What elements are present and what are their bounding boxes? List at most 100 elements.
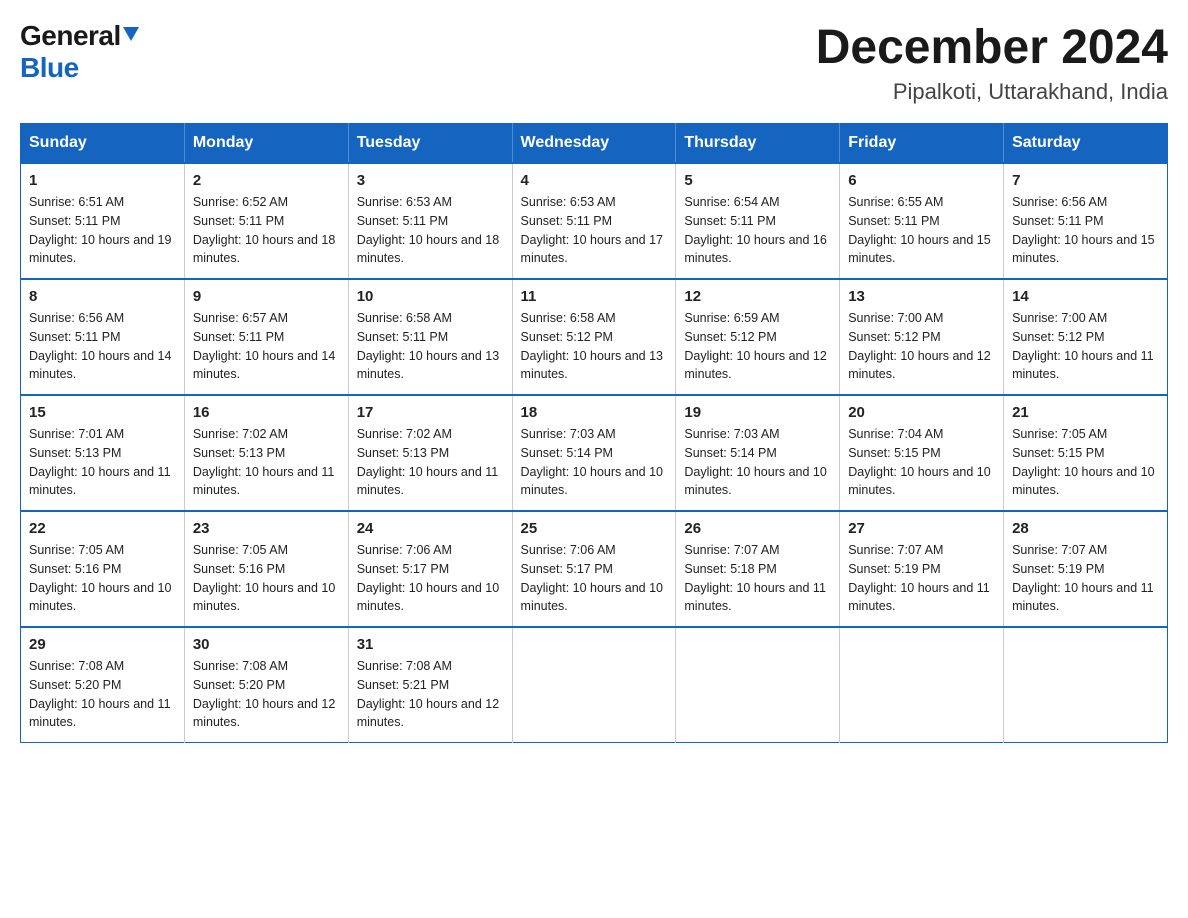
day-info: Sunrise: 7:08 AMSunset: 5:20 PMDaylight:… <box>193 659 335 729</box>
day-info: Sunrise: 7:02 AMSunset: 5:13 PMDaylight:… <box>193 427 335 497</box>
week-row-2: 8 Sunrise: 6:56 AMSunset: 5:11 PMDayligh… <box>21 279 1168 395</box>
weekday-header-monday: Monday <box>184 124 348 164</box>
day-cell: 13 Sunrise: 7:00 AMSunset: 5:12 PMDaylig… <box>840 279 1004 395</box>
day-number: 21 <box>1012 404 1159 421</box>
day-cell: 18 Sunrise: 7:03 AMSunset: 5:14 PMDaylig… <box>512 395 676 511</box>
day-cell: 22 Sunrise: 7:05 AMSunset: 5:16 PMDaylig… <box>21 511 185 627</box>
weekday-header-friday: Friday <box>840 124 1004 164</box>
day-cell: 1 Sunrise: 6:51 AMSunset: 5:11 PMDayligh… <box>21 163 185 279</box>
day-info: Sunrise: 7:03 AMSunset: 5:14 PMDaylight:… <box>521 427 663 497</box>
day-info: Sunrise: 6:58 AMSunset: 5:12 PMDaylight:… <box>521 311 663 381</box>
day-cell: 16 Sunrise: 7:02 AMSunset: 5:13 PMDaylig… <box>184 395 348 511</box>
day-cell <box>840 627 1004 743</box>
logo-general-text: General <box>20 20 121 52</box>
calendar-table: SundayMondayTuesdayWednesdayThursdayFrid… <box>20 123 1168 743</box>
day-number: 4 <box>521 172 668 189</box>
day-number: 7 <box>1012 172 1159 189</box>
day-cell: 12 Sunrise: 6:59 AMSunset: 5:12 PMDaylig… <box>676 279 840 395</box>
day-number: 26 <box>684 520 831 537</box>
day-number: 12 <box>684 288 831 305</box>
day-cell: 5 Sunrise: 6:54 AMSunset: 5:11 PMDayligh… <box>676 163 840 279</box>
day-info: Sunrise: 6:57 AMSunset: 5:11 PMDaylight:… <box>193 311 335 381</box>
day-number: 20 <box>848 404 995 421</box>
day-cell: 15 Sunrise: 7:01 AMSunset: 5:13 PMDaylig… <box>21 395 185 511</box>
week-row-1: 1 Sunrise: 6:51 AMSunset: 5:11 PMDayligh… <box>21 163 1168 279</box>
day-cell <box>1004 627 1168 743</box>
day-cell: 17 Sunrise: 7:02 AMSunset: 5:13 PMDaylig… <box>348 395 512 511</box>
day-cell: 21 Sunrise: 7:05 AMSunset: 5:15 PMDaylig… <box>1004 395 1168 511</box>
day-number: 10 <box>357 288 504 305</box>
day-info: Sunrise: 7:00 AMSunset: 5:12 PMDaylight:… <box>1012 311 1154 381</box>
day-cell: 23 Sunrise: 7:05 AMSunset: 5:16 PMDaylig… <box>184 511 348 627</box>
day-cell: 10 Sunrise: 6:58 AMSunset: 5:11 PMDaylig… <box>348 279 512 395</box>
day-number: 5 <box>684 172 831 189</box>
day-info: Sunrise: 7:07 AMSunset: 5:19 PMDaylight:… <box>1012 543 1154 613</box>
day-info: Sunrise: 7:05 AMSunset: 5:16 PMDaylight:… <box>29 543 171 613</box>
day-number: 24 <box>357 520 504 537</box>
logo-triangle-icon <box>123 27 139 41</box>
weekday-header-tuesday: Tuesday <box>348 124 512 164</box>
day-cell: 29 Sunrise: 7:08 AMSunset: 5:20 PMDaylig… <box>21 627 185 743</box>
day-cell: 30 Sunrise: 7:08 AMSunset: 5:20 PMDaylig… <box>184 627 348 743</box>
day-cell: 19 Sunrise: 7:03 AMSunset: 5:14 PMDaylig… <box>676 395 840 511</box>
day-number: 23 <box>193 520 340 537</box>
week-row-3: 15 Sunrise: 7:01 AMSunset: 5:13 PMDaylig… <box>21 395 1168 511</box>
day-number: 11 <box>521 288 668 305</box>
day-number: 31 <box>357 636 504 653</box>
day-number: 18 <box>521 404 668 421</box>
logo: General Blue <box>20 20 139 84</box>
day-number: 29 <box>29 636 176 653</box>
weekday-header-wednesday: Wednesday <box>512 124 676 164</box>
day-cell: 31 Sunrise: 7:08 AMSunset: 5:21 PMDaylig… <box>348 627 512 743</box>
day-number: 3 <box>357 172 504 189</box>
day-cell: 27 Sunrise: 7:07 AMSunset: 5:19 PMDaylig… <box>840 511 1004 627</box>
day-info: Sunrise: 6:53 AMSunset: 5:11 PMDaylight:… <box>357 195 499 265</box>
day-info: Sunrise: 6:51 AMSunset: 5:11 PMDaylight:… <box>29 195 171 265</box>
day-number: 6 <box>848 172 995 189</box>
day-cell: 4 Sunrise: 6:53 AMSunset: 5:11 PMDayligh… <box>512 163 676 279</box>
week-row-4: 22 Sunrise: 7:05 AMSunset: 5:16 PMDaylig… <box>21 511 1168 627</box>
day-info: Sunrise: 7:04 AMSunset: 5:15 PMDaylight:… <box>848 427 990 497</box>
day-number: 30 <box>193 636 340 653</box>
day-number: 19 <box>684 404 831 421</box>
day-info: Sunrise: 6:52 AMSunset: 5:11 PMDaylight:… <box>193 195 335 265</box>
day-info: Sunrise: 7:07 AMSunset: 5:18 PMDaylight:… <box>684 543 826 613</box>
day-number: 15 <box>29 404 176 421</box>
day-number: 8 <box>29 288 176 305</box>
day-cell: 14 Sunrise: 7:00 AMSunset: 5:12 PMDaylig… <box>1004 279 1168 395</box>
day-info: Sunrise: 7:01 AMSunset: 5:13 PMDaylight:… <box>29 427 171 497</box>
day-info: Sunrise: 6:59 AMSunset: 5:12 PMDaylight:… <box>684 311 826 381</box>
header: General Blue December 2024 Pipalkoti, Ut… <box>20 20 1168 105</box>
day-cell: 11 Sunrise: 6:58 AMSunset: 5:12 PMDaylig… <box>512 279 676 395</box>
day-cell: 8 Sunrise: 6:56 AMSunset: 5:11 PMDayligh… <box>21 279 185 395</box>
week-row-5: 29 Sunrise: 7:08 AMSunset: 5:20 PMDaylig… <box>21 627 1168 743</box>
day-number: 22 <box>29 520 176 537</box>
day-info: Sunrise: 6:53 AMSunset: 5:11 PMDaylight:… <box>521 195 663 265</box>
day-info: Sunrise: 7:06 AMSunset: 5:17 PMDaylight:… <box>357 543 499 613</box>
day-info: Sunrise: 7:06 AMSunset: 5:17 PMDaylight:… <box>521 543 663 613</box>
day-cell: 28 Sunrise: 7:07 AMSunset: 5:19 PMDaylig… <box>1004 511 1168 627</box>
day-info: Sunrise: 6:58 AMSunset: 5:11 PMDaylight:… <box>357 311 499 381</box>
day-info: Sunrise: 7:08 AMSunset: 5:20 PMDaylight:… <box>29 659 171 729</box>
day-info: Sunrise: 7:07 AMSunset: 5:19 PMDaylight:… <box>848 543 990 613</box>
day-info: Sunrise: 7:08 AMSunset: 5:21 PMDaylight:… <box>357 659 499 729</box>
weekday-header-saturday: Saturday <box>1004 124 1168 164</box>
title-area: December 2024 Pipalkoti, Uttarakhand, In… <box>816 20 1168 105</box>
day-number: 27 <box>848 520 995 537</box>
day-info: Sunrise: 6:56 AMSunset: 5:11 PMDaylight:… <box>29 311 171 381</box>
weekday-header-thursday: Thursday <box>676 124 840 164</box>
day-info: Sunrise: 6:56 AMSunset: 5:11 PMDaylight:… <box>1012 195 1154 265</box>
day-number: 17 <box>357 404 504 421</box>
day-number: 2 <box>193 172 340 189</box>
day-cell: 7 Sunrise: 6:56 AMSunset: 5:11 PMDayligh… <box>1004 163 1168 279</box>
day-cell: 20 Sunrise: 7:04 AMSunset: 5:15 PMDaylig… <box>840 395 1004 511</box>
day-cell: 9 Sunrise: 6:57 AMSunset: 5:11 PMDayligh… <box>184 279 348 395</box>
day-number: 16 <box>193 404 340 421</box>
day-cell: 26 Sunrise: 7:07 AMSunset: 5:18 PMDaylig… <box>676 511 840 627</box>
day-number: 9 <box>193 288 340 305</box>
day-info: Sunrise: 6:55 AMSunset: 5:11 PMDaylight:… <box>848 195 990 265</box>
day-cell <box>676 627 840 743</box>
day-number: 13 <box>848 288 995 305</box>
day-cell: 24 Sunrise: 7:06 AMSunset: 5:17 PMDaylig… <box>348 511 512 627</box>
month-title: December 2024 <box>816 20 1168 75</box>
